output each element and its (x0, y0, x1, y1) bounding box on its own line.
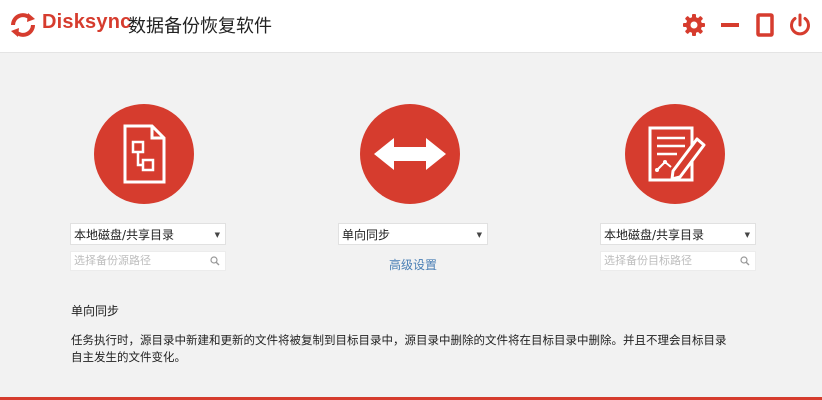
minimize-button[interactable] (717, 12, 743, 38)
maximize-icon (756, 13, 774, 37)
target-type-value: 本地磁盘/共享目录 (604, 228, 705, 242)
minimize-icon (721, 23, 739, 27)
double-arrow-icon (374, 138, 446, 170)
source-file-icon (123, 124, 166, 184)
dropdown-caret-icon: ▼ (476, 231, 482, 239)
title-bar: Disksync 数据备份恢复软件 (0, 0, 822, 53)
mode-description-line: 任务执行时，源目录中新建和更新的文件将被复制到目标目录中，源目录中删除的文件将在… (71, 333, 727, 347)
source-path-placeholder: 选择备份源路径 (74, 254, 151, 267)
search-icon (740, 256, 750, 266)
brand-name: Disksync (42, 11, 132, 33)
mode-description: 任务执行时，源目录中新建和更新的文件将被复制到目标目录中，源目录中删除的文件将在… (71, 332, 771, 366)
target-path-placeholder: 选择备份目标路径 (604, 254, 692, 267)
target-path-input[interactable]: 选择备份目标路径 (600, 251, 756, 271)
source-selector-button[interactable] (94, 104, 194, 204)
close-button[interactable] (787, 12, 813, 38)
settings-button[interactable] (681, 12, 707, 38)
target-selector-button[interactable] (625, 104, 725, 204)
mode-description-line: 自主发生的文件变化。 (71, 350, 186, 364)
app-title: 数据备份恢复软件 (128, 16, 272, 37)
sync-mode-select[interactable]: 单向同步 ▼ (338, 223, 488, 245)
source-type-value: 本地磁盘/共享目录 (74, 228, 175, 242)
mode-selector-button[interactable] (360, 104, 460, 204)
maximize-button[interactable] (752, 12, 778, 38)
sync-mode-value: 单向同步 (342, 228, 391, 242)
power-icon (790, 13, 810, 36)
edit-document-icon (648, 126, 706, 182)
target-type-select[interactable]: 本地磁盘/共享目录 ▼ (600, 223, 756, 245)
dropdown-caret-icon: ▼ (744, 231, 750, 239)
search-icon (210, 256, 220, 266)
advanced-settings-link[interactable]: 高级设置 (389, 256, 437, 273)
source-path-input[interactable]: 选择备份源路径 (70, 251, 226, 271)
source-type-select[interactable]: 本地磁盘/共享目录 ▼ (70, 223, 226, 245)
gear-icon (683, 14, 705, 36)
mode-description-title: 单向同步 (71, 304, 120, 318)
sync-logo-icon (11, 13, 35, 37)
dropdown-caret-icon: ▼ (214, 231, 220, 239)
